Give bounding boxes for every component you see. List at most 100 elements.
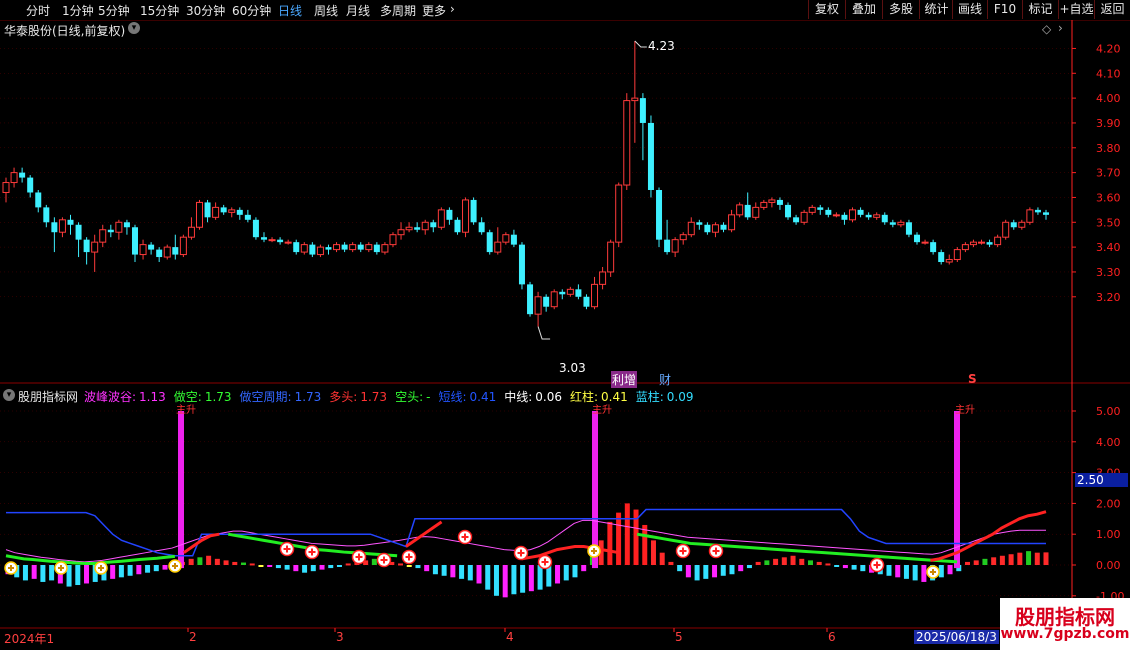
indicator-tick-label: 1.00 — [1096, 528, 1121, 541]
candle-body-up — [405, 226, 413, 231]
candle-body-down — [478, 222, 485, 233]
candle-body-down — [486, 232, 493, 253]
low-price-label: 3.03 — [559, 361, 586, 375]
histogram-bar — [1017, 552, 1023, 565]
toolbar-button-3[interactable]: 统计 — [919, 0, 953, 19]
price-tick-label: 3.60 — [1096, 191, 1121, 204]
histogram-bar — [668, 561, 674, 565]
candle-body-up — [1002, 221, 1010, 238]
candle-body-down — [454, 219, 461, 233]
histogram-bar — [223, 560, 229, 565]
timeframe-1[interactable]: 1分钟 — [62, 2, 94, 19]
histogram-bar — [947, 565, 953, 575]
histogram-bar — [1043, 552, 1049, 565]
toolbar-button-0[interactable]: 复权 — [808, 0, 845, 19]
histogram-bar — [607, 521, 613, 565]
toolbar-button-8[interactable]: 返回 — [1094, 0, 1130, 19]
histogram-bar — [642, 524, 648, 565]
histogram-bar — [49, 565, 55, 581]
timeframe-0[interactable]: 分时 — [26, 2, 50, 19]
toolbar-button-7[interactable]: +自选 — [1058, 0, 1094, 19]
histogram-bar — [807, 560, 813, 565]
legend-value-2: 1.73 — [294, 390, 322, 404]
candle-body-down — [236, 209, 243, 215]
legend-label-2: 做空周期: — [239, 390, 292, 404]
candle-body-down — [430, 222, 437, 228]
time-label-feb: 2 — [189, 630, 197, 644]
candle-body-up — [832, 214, 840, 217]
histogram-bar — [842, 565, 848, 569]
candle-body-up — [671, 239, 679, 253]
timeframe-7[interactable]: 周线 — [314, 2, 338, 19]
timeframe-6[interactable]: 日线 — [278, 2, 302, 19]
candle-body-up — [91, 241, 99, 253]
toolbar-button-1[interactable]: 叠加 — [845, 0, 882, 19]
toolbar-button-2[interactable]: 多股 — [882, 0, 919, 19]
candle-body-up — [728, 214, 736, 231]
legend-label-0: 波峰波谷: — [84, 390, 137, 404]
histogram-bar — [528, 565, 534, 592]
candle-body-down — [1043, 212, 1049, 215]
candle-body-down — [510, 234, 517, 245]
candle-body-up — [284, 241, 292, 244]
candle-body-down — [881, 214, 888, 223]
candle-body-up — [679, 234, 687, 241]
timeframe-8[interactable]: 月线 — [346, 2, 370, 19]
event-marker-finance[interactable]: 财 — [659, 371, 671, 388]
candle-body-down — [131, 227, 138, 255]
toolbar-button-4[interactable]: 画线 — [952, 0, 987, 19]
candle-body-down — [704, 224, 711, 233]
timeframe-3[interactable]: 15分钟 — [140, 2, 179, 19]
candle-body-down — [857, 209, 864, 215]
candle-body-down — [470, 199, 477, 223]
diamond-icon[interactable]: ◇ — [1042, 22, 1051, 36]
more-chevron-icon[interactable]: › — [450, 2, 455, 16]
candle-body-down — [905, 222, 912, 235]
candle-body-down — [825, 209, 832, 215]
toolbar-button-5[interactable]: F10 — [987, 0, 1022, 19]
candle-body-down — [309, 244, 316, 255]
candle-body-up — [389, 234, 397, 246]
title-dropdown-icon[interactable]: ▾ — [128, 22, 140, 34]
candle-body-down — [696, 222, 703, 225]
time-label-jan: 2024年1 — [4, 632, 55, 646]
histogram-bar — [153, 565, 159, 572]
candle-body-down — [527, 284, 534, 315]
price-tick-label: 3.50 — [1096, 216, 1121, 229]
peak-pillar-2 — [954, 411, 960, 569]
candle-body-up — [760, 201, 768, 208]
candle-body-down — [446, 209, 453, 220]
toolbar-button-6[interactable]: 标记 — [1022, 0, 1058, 19]
candle-body-down — [67, 219, 74, 225]
event-marker-profit[interactable]: 利增 — [611, 371, 638, 388]
price-tick-label: 4.10 — [1096, 67, 1121, 80]
histogram-bar — [336, 565, 342, 567]
histogram-bar — [319, 565, 325, 570]
candle-body-down — [277, 239, 284, 243]
timeframe-5[interactable]: 60分钟 — [232, 2, 271, 19]
histogram-bar — [371, 558, 377, 565]
timeframe-4[interactable]: 30分钟 — [186, 2, 225, 19]
indicator-dropdown-icon[interactable]: ▾ — [3, 389, 15, 401]
candle-body-up — [808, 206, 816, 213]
histogram-bar — [921, 565, 927, 582]
candle-body-up — [897, 221, 905, 226]
timeframe-2[interactable]: 5分钟 — [98, 2, 130, 19]
legend-label-3: 多头: — [329, 390, 358, 404]
candle-body-down — [914, 234, 921, 243]
candle-body-up — [1018, 221, 1026, 228]
histogram-bar — [485, 565, 491, 590]
candle-body-up — [711, 224, 719, 233]
candle-body-up — [2, 182, 10, 193]
histogram-bar — [746, 565, 752, 569]
candle-body-down — [656, 190, 663, 240]
timeframe-9[interactable]: 多周期 — [380, 2, 416, 19]
histogram-bar — [188, 558, 194, 565]
candle-body-down — [156, 249, 163, 258]
timeframe-10[interactable]: 更多 — [422, 2, 446, 19]
price-tick-label: 3.70 — [1096, 167, 1121, 180]
chevron-right-icon[interactable]: › — [1058, 21, 1063, 35]
candle-body-up — [195, 201, 203, 228]
candle-body-up — [800, 211, 808, 223]
candle-body-up — [462, 199, 470, 233]
